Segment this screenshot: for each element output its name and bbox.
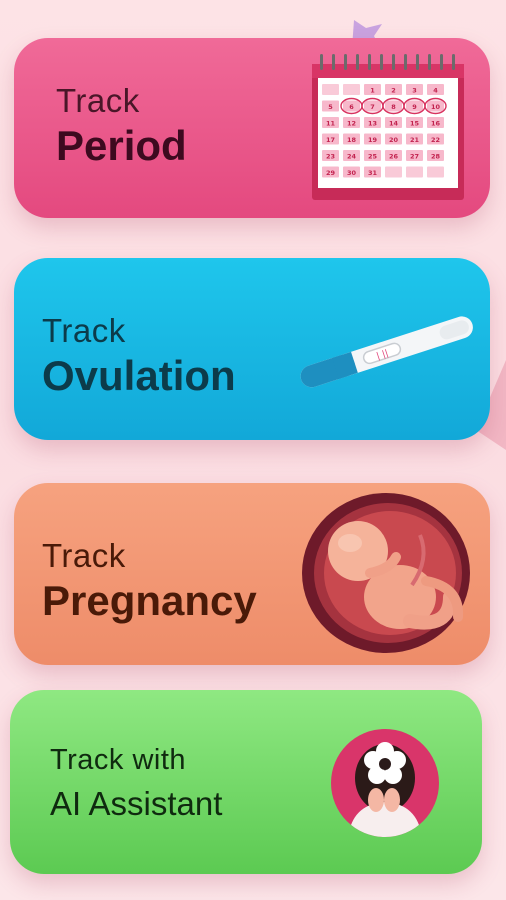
- track-ai-assistant-title: Track with AI Assistant: [50, 744, 223, 822]
- calendar-ring: [332, 54, 335, 70]
- calendar-day-number: 20: [389, 136, 399, 144]
- card-label: Track: [42, 312, 126, 349]
- card-label: Track with: [50, 744, 187, 776]
- calendar-day-number: 12: [347, 119, 356, 127]
- calendar-day-number: 1: [370, 86, 375, 94]
- calendar-day-number: 11: [326, 119, 336, 127]
- calendar-day-number: 6: [349, 103, 354, 111]
- card-heading: Ovulation: [42, 352, 236, 399]
- calendar-icon: 1 2 3 45 6 7 8 9 1011 12 13 14 15 1617 18 19 20 21 2223 24 2…: [312, 54, 464, 200]
- calendar-day-number: 25: [368, 152, 378, 160]
- fetus-in-womb-icon: [302, 493, 470, 653]
- calendar-ring: [428, 54, 431, 70]
- calendar-day-cell: [427, 166, 444, 178]
- calendar-day-number: 19: [368, 136, 378, 144]
- calendar-day-cell: [343, 84, 360, 95]
- track-ovulation-title: Track Ovulation: [42, 314, 236, 397]
- calendar-ring: [368, 54, 371, 70]
- calendar-day-number: 21: [410, 136, 420, 144]
- calendar-day-cell: [406, 166, 423, 178]
- calendar-day-number: 5: [328, 103, 333, 111]
- calendar-ring: [356, 54, 359, 70]
- calendar-day-number: 10: [431, 103, 441, 111]
- calendar-day-number: 26: [389, 152, 399, 160]
- ovulation-test-icon: | ||: [300, 316, 473, 388]
- track-pregnancy-card[interactable]: Track Pregnancy: [14, 483, 490, 665]
- calendar-ring: [392, 54, 395, 70]
- calendar-day-number: 9: [412, 103, 417, 111]
- calendar-day-number: 16: [431, 119, 441, 127]
- calendar-day-number: 15: [410, 119, 420, 127]
- calendar-ring: [452, 54, 455, 70]
- calendar-ring: [380, 54, 383, 70]
- calendar-ring: [320, 54, 323, 70]
- calendar-day-number: 22: [431, 136, 440, 144]
- calendar-day-number: 14: [389, 119, 399, 127]
- track-ovulation-card[interactable]: Track Ovulation | ||: [14, 258, 490, 440]
- card-label: Track: [42, 537, 126, 574]
- calendar-day-number: 24: [347, 152, 357, 160]
- calendar-day-number: 2: [391, 86, 396, 94]
- calendar-day-number: 29: [326, 169, 336, 177]
- track-pregnancy-title: Track Pregnancy: [42, 539, 257, 622]
- calendar-ring: [344, 54, 347, 70]
- calendar-day-number: 23: [326, 152, 335, 160]
- calendar-day-number: 28: [431, 152, 441, 160]
- calendar-ring: [440, 54, 443, 70]
- calendar-day-number: 3: [412, 86, 417, 94]
- calendar-day-number: 8: [391, 103, 396, 111]
- track-ai-assistant-card[interactable]: Track with AI Assistant: [10, 690, 482, 874]
- calendar-day-number: 4: [433, 86, 438, 94]
- calendar-ring: [416, 54, 419, 70]
- calendar-day-cell: [322, 84, 339, 95]
- calendar-day-number: 17: [326, 136, 335, 144]
- calendar-day-number: 30: [347, 169, 357, 177]
- track-period-title: Track Period: [56, 84, 187, 167]
- track-period-card[interactable]: Track Period 1 2 3 4 5 6 7 8 9 10 11 12 13 14 15 16 17 18…: [14, 38, 490, 218]
- calendar-day-number: 7: [370, 103, 375, 111]
- calendar-day-number: 13: [368, 119, 377, 127]
- card-heading: Period: [56, 122, 187, 169]
- card-heading: AI Assistant: [50, 785, 223, 822]
- calendar-day-number: 27: [410, 152, 419, 160]
- calendar-day-number: 18: [347, 136, 357, 144]
- card-label: Track: [56, 82, 140, 119]
- calendar-ring: [404, 54, 407, 70]
- card-heading: Pregnancy: [42, 577, 257, 624]
- assistant-avatar-icon: [331, 729, 439, 837]
- calendar-day-number: 31: [368, 169, 378, 177]
- calendar-day-cell: [385, 166, 402, 178]
